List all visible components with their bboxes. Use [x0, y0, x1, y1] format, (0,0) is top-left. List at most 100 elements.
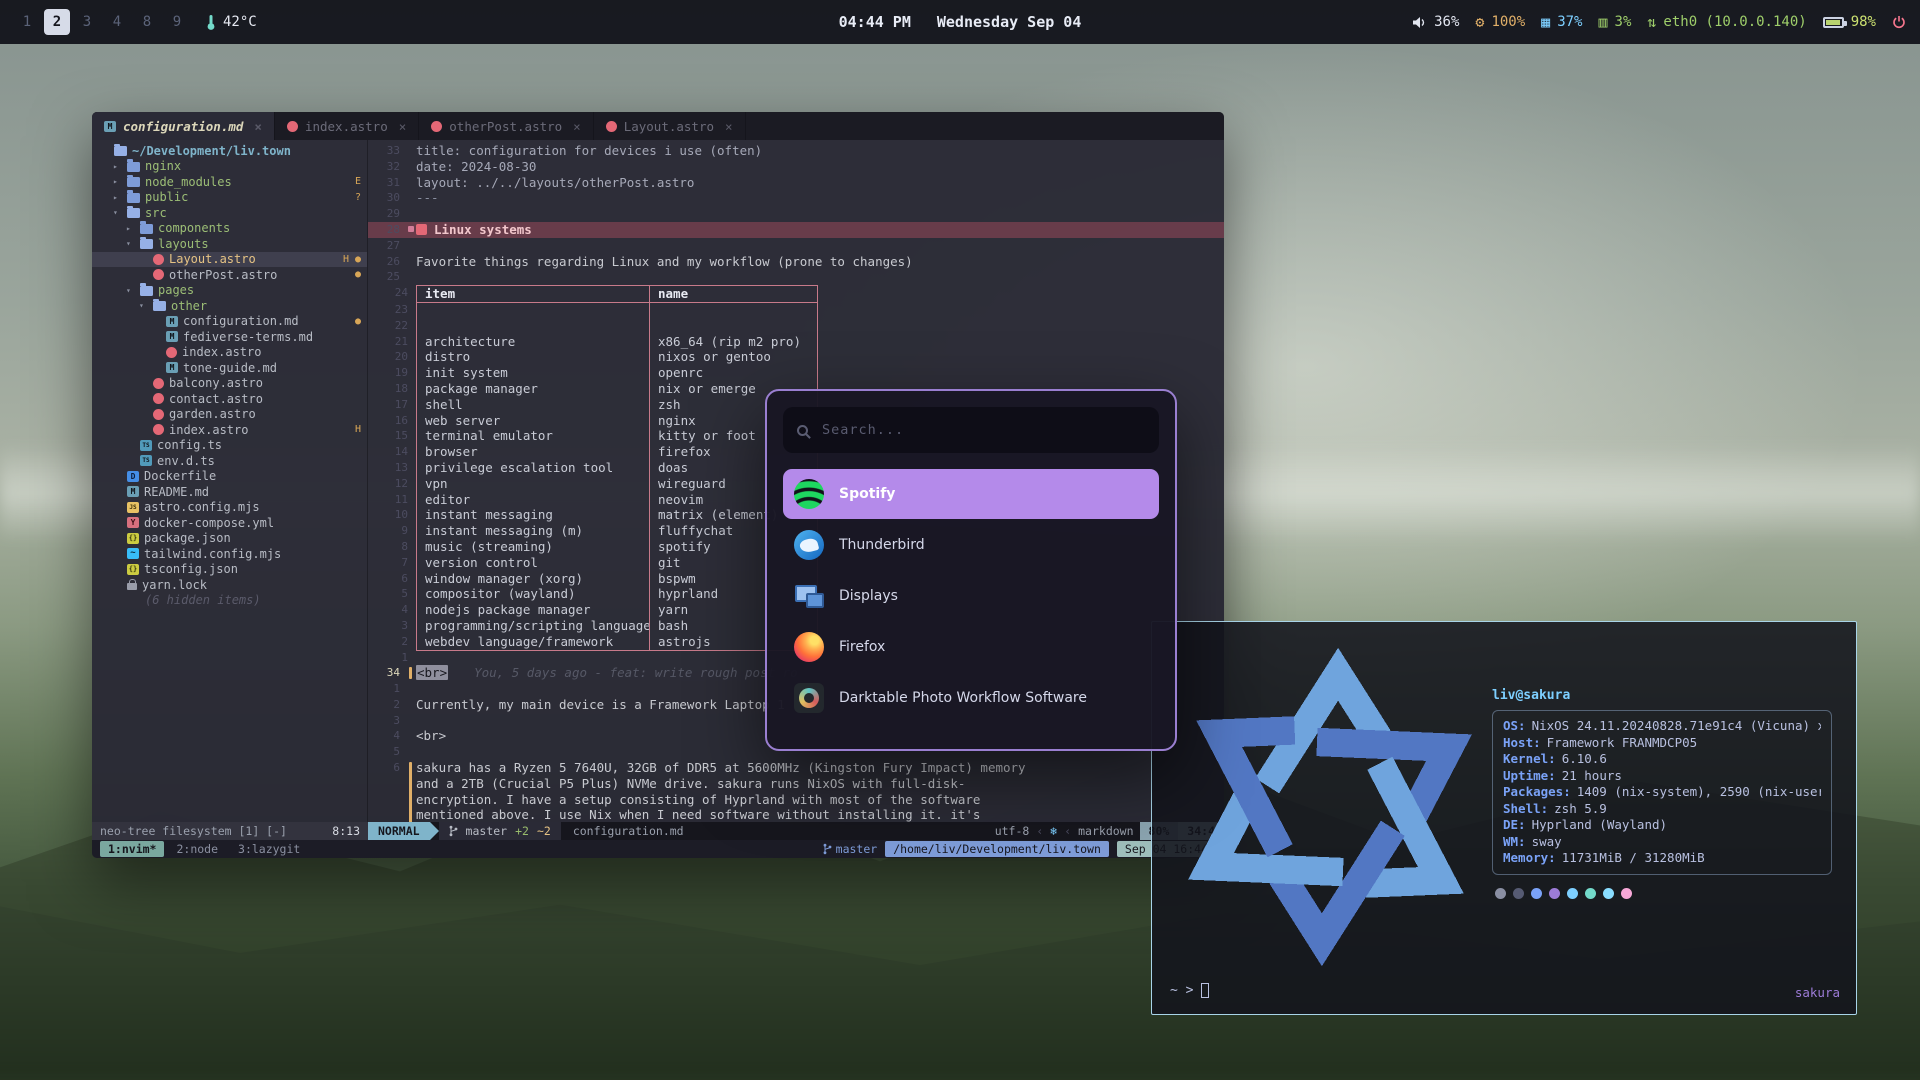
info-label: Uptime: [1503, 768, 1556, 785]
editor-line: 31 layout: ../../layouts/otherPost.astro [368, 175, 1224, 191]
cpu-module[interactable]: ▦ 37% [1541, 14, 1582, 30]
workspace-button[interactable]: 1 [14, 9, 40, 35]
window-hostname-label: sakura [1795, 985, 1840, 1000]
info-value: 6.10.6 [1562, 751, 1607, 768]
chevron-icon: ▸ [113, 162, 122, 171]
editor-line: 29 [368, 206, 1224, 222]
editor-tab[interactable]: configuration.md × [92, 112, 275, 140]
power-icon [1892, 15, 1906, 29]
tmux-window[interactable]: 2:node [168, 841, 226, 857]
tree-item[interactable]: README.md [92, 484, 367, 500]
tree-item[interactable]: ▾ pages [92, 283, 367, 299]
clock[interactable]: 04:44 PM Wednesday Sep 04 [839, 0, 1082, 44]
tree-item[interactable]: ▾ src [92, 205, 367, 221]
nixos-icon: ❄ [1050, 824, 1057, 838]
editor-line: 33 title: configuration for devices i us… [368, 143, 1224, 159]
app-icon [794, 581, 824, 611]
tree-item[interactable]: ▸ nginx [92, 159, 367, 175]
launcher-item[interactable]: Firefox [783, 622, 1159, 672]
table-cell-name [650, 318, 818, 334]
tree-item[interactable]: ▸ public ? [92, 190, 367, 206]
tree-item[interactable]: index.astro [92, 345, 367, 361]
tree-item[interactable]: ▾ layouts [92, 236, 367, 252]
tree-item[interactable]: env.d.ts [92, 453, 367, 469]
volume-module[interactable]: 36% [1412, 14, 1459, 30]
tree-item[interactable]: tone-guide.md [92, 360, 367, 376]
editor-tab[interactable]: index.astro × [275, 112, 419, 140]
tree-item[interactable]: Dockerfile [92, 469, 367, 485]
table-cell-item: instant messaging [416, 507, 650, 523]
tree-item[interactable]: fediverse-terms.md [92, 329, 367, 345]
editor-tab[interactable]: Layout.astro × [594, 112, 746, 140]
file-tree: ~/Development/liv.town ▸ nginx ▸ node_mo… [92, 140, 368, 822]
shell-prompt[interactable]: ~ > [1170, 983, 1209, 998]
temperature-module[interactable]: 42°C [206, 14, 257, 30]
network-module[interactable]: ⇅ eth0 (10.0.0.140) [1647, 14, 1806, 30]
tree-item[interactable]: ▸ node_modules E [92, 174, 367, 190]
close-icon[interactable]: × [399, 119, 407, 134]
workspace-button[interactable]: 3 [74, 9, 100, 35]
table-cell-name: openrc [650, 365, 818, 381]
workspace-button[interactable]: 4 [104, 9, 130, 35]
launcher-item[interactable]: Spotify [783, 469, 1159, 519]
app-launcher: Spotify Thunderbird Displays Firefox Dar… [765, 389, 1177, 751]
brightness-module[interactable]: ⚙ 100% [1475, 14, 1525, 30]
file-icon [127, 471, 139, 482]
close-icon[interactable]: × [573, 119, 581, 134]
tree-item[interactable]: ~/Development/liv.town [92, 143, 367, 159]
launcher-item[interactable]: Displays [783, 571, 1159, 621]
tree-item[interactable]: Layout.astro H ● [92, 252, 367, 268]
tree-item-label: docker-compose.yml [144, 516, 274, 530]
tree-item[interactable]: (6 hidden items) [92, 593, 367, 609]
file-icon [153, 393, 164, 404]
workspace-button[interactable]: 2 [44, 9, 70, 35]
tree-item-label: README.md [144, 485, 209, 499]
table-cell-name: x86_64 (rip m2 pro) [650, 334, 818, 350]
network-value: eth0 (10.0.0.140) [1663, 14, 1806, 30]
workspace-button[interactable]: 9 [164, 9, 190, 35]
info-label: Host: [1503, 735, 1541, 752]
app-label: Darktable Photo Workflow Software [839, 690, 1087, 706]
search-input[interactable] [820, 421, 1145, 439]
power-module[interactable] [1892, 15, 1906, 29]
launcher-item[interactable]: Darktable Photo Workflow Software [783, 673, 1159, 723]
info-value: 21 hours [1562, 768, 1622, 785]
tree-item[interactable]: ▾ other [92, 298, 367, 314]
battery-module[interactable]: 98% [1823, 14, 1876, 30]
fetch-terminal-window[interactable]: liv@sakura OS: NixOS 24.11.20240828.71e9… [1151, 621, 1857, 1015]
info-label: OS: [1503, 718, 1526, 735]
close-icon[interactable]: × [725, 119, 733, 134]
line-text: layout: ../../layouts/otherPost.astro [416, 175, 694, 191]
tree-item-label: src [145, 206, 167, 220]
tree-item[interactable]: configuration.md ● [92, 314, 367, 330]
filetype-icon [431, 121, 442, 132]
table-cell-item: version control [416, 555, 650, 571]
line-text: <br>You, 5 days ago - feat: write rough … [416, 665, 798, 681]
tree-item[interactable]: contact.astro [92, 391, 367, 407]
tree-item[interactable]: garden.astro [92, 407, 367, 423]
tree-item[interactable]: package.json [92, 531, 367, 547]
file-icon [127, 517, 139, 528]
tree-item[interactable]: astro.config.mjs [92, 500, 367, 516]
editor-tab[interactable]: otherPost.astro × [419, 112, 593, 140]
tree-item[interactable]: config.ts [92, 438, 367, 454]
tree-item[interactable]: otherPost.astro ● [92, 267, 367, 283]
tree-item[interactable]: ▸ components [92, 221, 367, 237]
tmux-window[interactable]: 3:lazygit [230, 841, 308, 857]
memory-module[interactable]: ▥ 3% [1598, 14, 1631, 30]
tree-item[interactable]: tsconfig.json [92, 562, 367, 578]
sign-column [408, 665, 416, 681]
tree-item[interactable]: balcony.astro [92, 376, 367, 392]
line-text: Linux systems [434, 222, 532, 238]
tree-item[interactable]: index.astro H [92, 422, 367, 438]
tree-item[interactable]: tailwind.config.mjs [92, 546, 367, 562]
launcher-item[interactable]: Thunderbird [783, 520, 1159, 570]
close-icon[interactable]: × [254, 119, 262, 134]
tree-item[interactable]: yarn.lock [92, 577, 367, 593]
workspace-button[interactable]: 8 [134, 9, 160, 35]
launcher-search[interactable] [783, 407, 1159, 453]
tmux-working-directory: /home/liv/Development/liv.town [885, 841, 1109, 857]
table-row: 19 init system openrc [368, 365, 1224, 381]
tmux-window[interactable]: 1:nvim* [100, 841, 164, 857]
tree-item[interactable]: docker-compose.yml [92, 515, 367, 531]
